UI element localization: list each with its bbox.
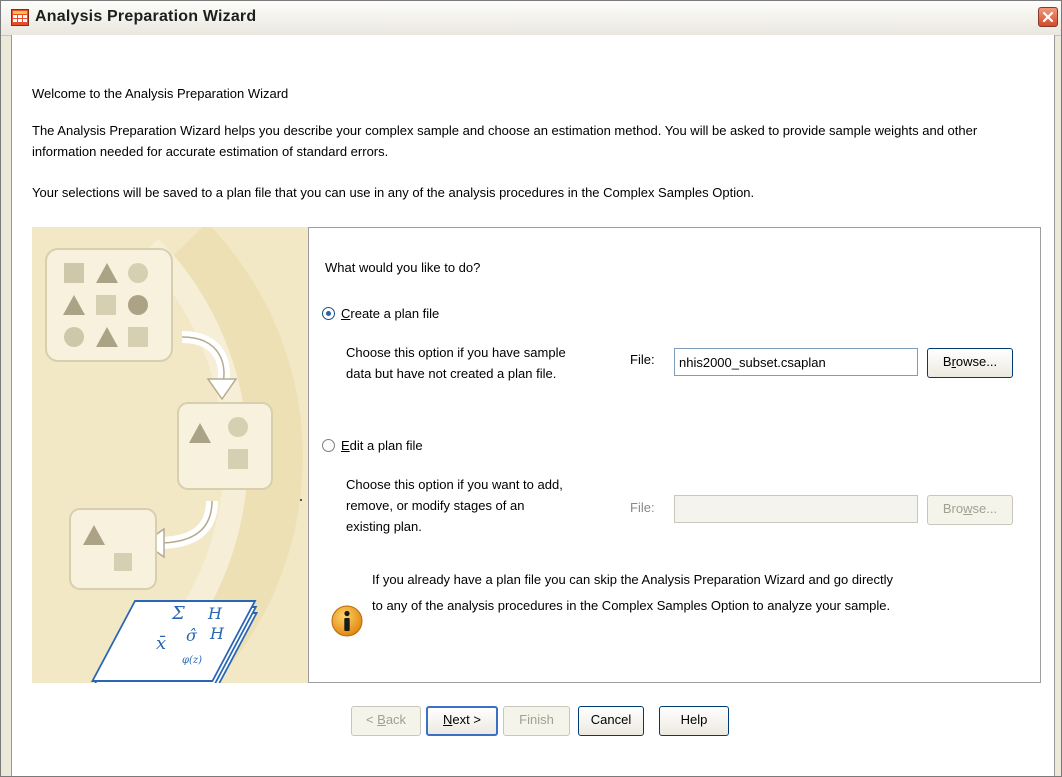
- create-plan-description-1: Choose this option if you have sample: [346, 345, 566, 360]
- edit-plan-description-3: existing plan.: [346, 519, 422, 534]
- svg-text:σ̂: σ̂: [186, 626, 198, 645]
- create-file-label: File:: [630, 352, 655, 367]
- wizard-illustration-graphic: Σ H x̄ σ̂ H φ(z): [45, 227, 303, 683]
- create-plan-radio[interactable]: [322, 307, 335, 320]
- svg-text:x̄: x̄: [156, 633, 166, 654]
- create-file-input[interactable]: nhis2000_subset.csaplan: [674, 348, 918, 376]
- svg-text:H: H: [209, 624, 225, 643]
- svg-text:Σ: Σ: [171, 603, 185, 624]
- close-button[interactable]: [1038, 7, 1058, 27]
- focus-dot: [300, 499, 302, 501]
- info-text-1: If you already have a plan file you can …: [372, 572, 894, 587]
- title-bar[interactable]: Analysis Preparation Wizard: [1, 1, 1061, 36]
- intro-description: The Analysis Preparation Wizard helps yo…: [32, 123, 978, 159]
- edit-file-label: File:: [630, 500, 655, 515]
- spss-data-grid-icon: [11, 9, 29, 26]
- next-button[interactable]: Next >: [426, 706, 498, 736]
- create-plan-label[interactable]: Create a plan file: [341, 306, 439, 321]
- radio-selected-dot: [326, 311, 331, 316]
- wizard-window: Analysis Preparation Wizard Welcome to t…: [0, 0, 1062, 777]
- edit-plan-radio[interactable]: [322, 439, 335, 452]
- create-browse-button[interactable]: Browse...: [927, 348, 1013, 378]
- info-icon: [331, 605, 363, 637]
- wizard-illustration: Σ H x̄ σ̂ H φ(z): [32, 227, 316, 683]
- options-panel: What would you like to do? Create a plan…: [308, 227, 1041, 683]
- finish-button[interactable]: Finish: [503, 706, 570, 736]
- wizard-content: Welcome to the Analysis Preparation Wiza…: [11, 35, 1055, 776]
- edit-plan-description-2: remove, or modify stages of an: [346, 498, 525, 513]
- edit-browse-button[interactable]: Browse...: [927, 495, 1013, 525]
- svg-text:φ(z): φ(z): [182, 655, 202, 666]
- svg-text:H: H: [207, 604, 223, 623]
- save-note: Your selections will be saved to a plan …: [32, 185, 755, 200]
- options-question: What would you like to do?: [325, 260, 481, 275]
- window-title: Analysis Preparation Wizard: [35, 8, 257, 25]
- back-button[interactable]: < Back: [351, 706, 421, 736]
- info-text-2: to any of the analysis procedures in the…: [372, 598, 891, 613]
- cancel-button[interactable]: Cancel: [578, 706, 644, 736]
- edit-file-input[interactable]: [674, 495, 918, 523]
- welcome-heading: Welcome to the Analysis Preparation Wiza…: [32, 86, 289, 101]
- help-button[interactable]: Help: [659, 706, 729, 736]
- edit-plan-label[interactable]: Edit a plan file: [341, 438, 423, 453]
- close-icon: [1042, 11, 1054, 23]
- edit-plan-description-1: Choose this option if you want to add,: [346, 477, 563, 492]
- create-plan-description-2: data but have not created a plan file.: [346, 366, 557, 381]
